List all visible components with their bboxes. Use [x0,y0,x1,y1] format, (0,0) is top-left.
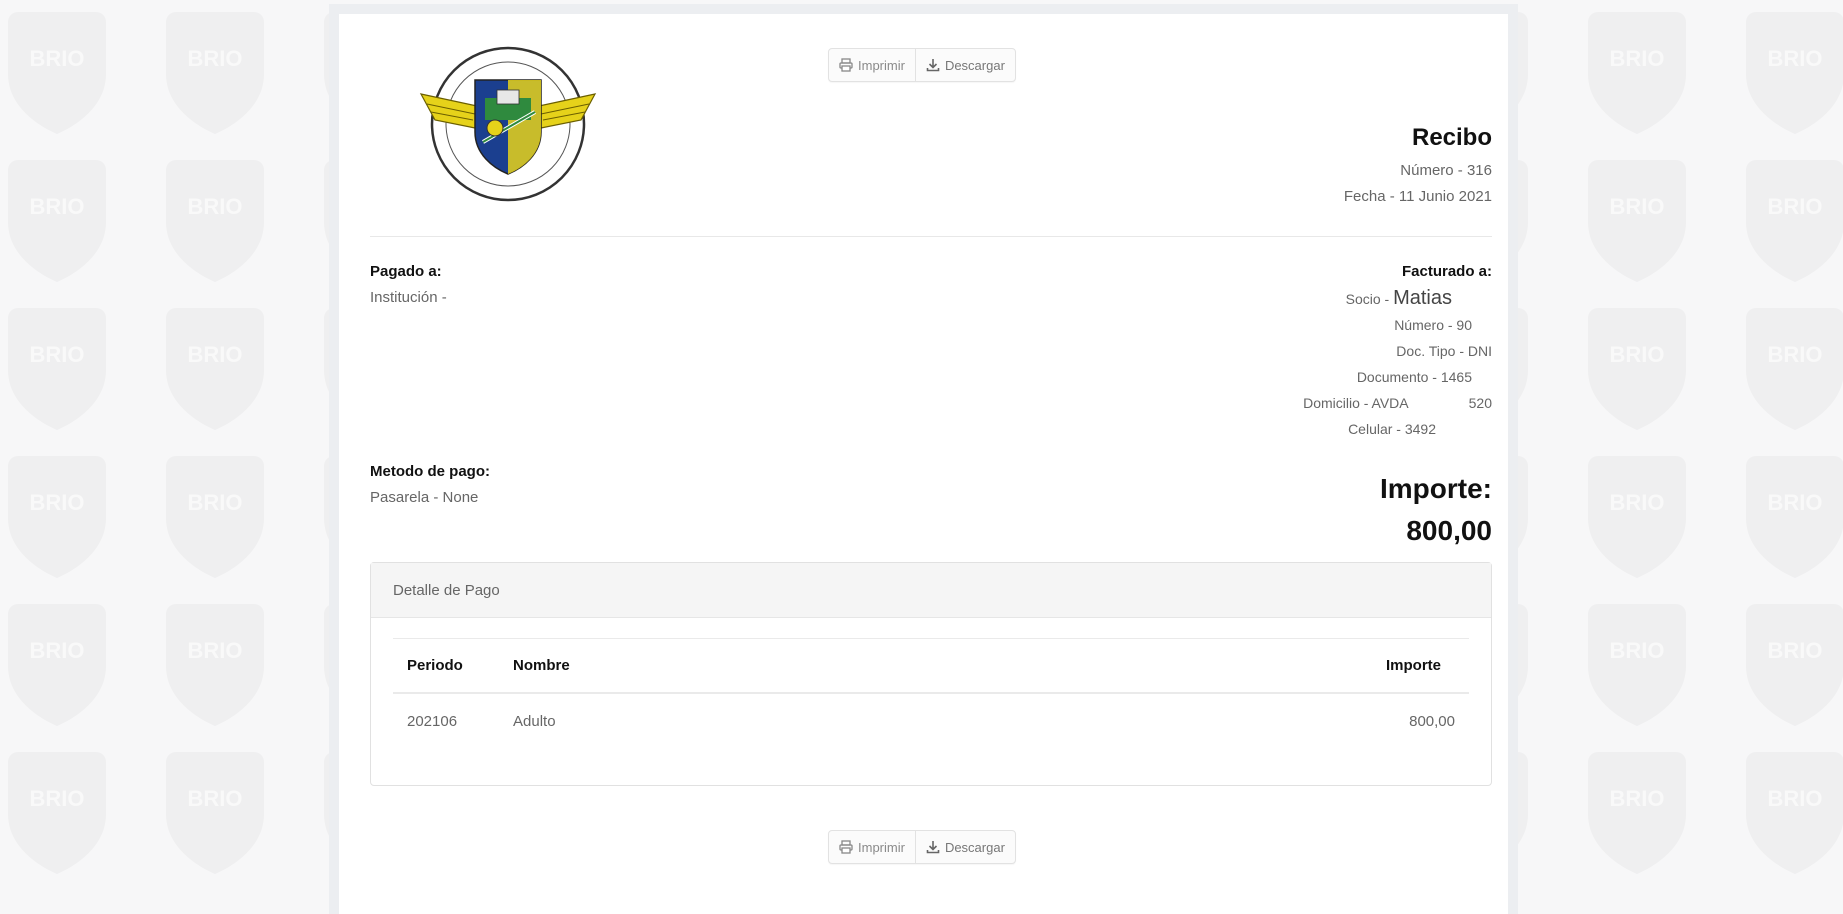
billed-to-doc-tipo: Doc. Tipo - DNI [1396,343,1492,359]
detail-table: Periodo Nombre Importe 202106 Adulto 800… [393,638,1469,748]
download-button[interactable]: Descargar [914,49,1015,81]
column-header-nombre: Nombre [499,638,952,694]
socio-name: Matias [1393,287,1452,309]
amount-block: Importe: 800,00 [1380,469,1492,553]
socio-prefix: Socio - [1345,291,1390,307]
payment-method-block: Metodo de pago: Pasarela - None [370,459,490,511]
payment-detail-panel: Detalle de Pago Periodo Nombre Importe 2… [370,562,1492,786]
column-header-importe: Importe [951,638,1469,694]
download-button-bottom[interactable]: Descargar [914,831,1015,863]
payment-method-value: Pasarela - None [370,489,479,506]
paid-to-block: Pagado a: Institución - [370,259,447,311]
download-label: Descargar [944,57,1005,73]
payment-method-label: Metodo de pago: [370,463,490,480]
printer-icon [839,840,853,854]
bottom-toolbar: Imprimir Descargar [828,830,1016,864]
billed-to-numero: Número - 90 [1394,317,1472,333]
club-logo [419,46,597,202]
billed-to-documento: Documento - 1465 [1356,369,1472,385]
print-button[interactable]: Imprimir [829,49,915,81]
table-row: 202106 Adulto 800,00 [393,693,1469,748]
cell-importe: 800,00 [1409,712,1455,730]
cell-nombre: Adulto [513,712,556,730]
print-label: Imprimir [858,839,905,855]
cell-periodo: 202106 [407,712,458,730]
detail-table-wrapper: Periodo Nombre Importe 202106 Adulto 800… [393,638,1469,748]
printer-icon [839,58,853,72]
billed-to-block: Facturado a: Socio - Matias Número - 90 … [1303,259,1492,442]
receipt-title: Recibo [1411,124,1492,151]
amount-value: 800,00 [1406,515,1492,546]
download-icon [926,58,940,72]
billed-to-socio: Socio - Matias [1303,285,1492,312]
header-divider [370,236,1492,237]
receipt-sheet: Imprimir Descargar Recibo Número - 316 F… [339,14,1508,914]
billed-to-celular: Celular - 3492 [1348,421,1436,437]
print-label: Imprimir [858,57,905,73]
receipt-date: Fecha - 11 Junio 2021 [1343,188,1492,205]
table-header-row: Periodo Nombre Importe [393,638,1469,694]
download-icon [926,840,940,854]
top-toolbar: Imprimir Descargar [828,48,1016,82]
billed-to-domicilio: Domicilio - AVDA 520 [1303,390,1492,416]
receipt-header: Recibo Número - 316 Fecha - 11 Junio 202… [1344,124,1492,210]
paid-to-institution: Institución - [370,289,447,306]
download-label: Descargar [944,839,1005,855]
print-button-bottom[interactable]: Imprimir [829,831,915,863]
column-header-periodo: Periodo [393,638,499,694]
billed-to-label: Facturado a: [1401,263,1492,280]
domicilio-number: 520 [1468,395,1492,411]
amount-label: Importe: [1380,473,1492,504]
paid-to-label: Pagado a: [370,263,442,280]
domicilio-label: Domicilio - AVDA [1303,395,1409,411]
receipt-number: Número - 316 [1400,162,1492,179]
panel-title: Detalle de Pago [371,563,1491,618]
